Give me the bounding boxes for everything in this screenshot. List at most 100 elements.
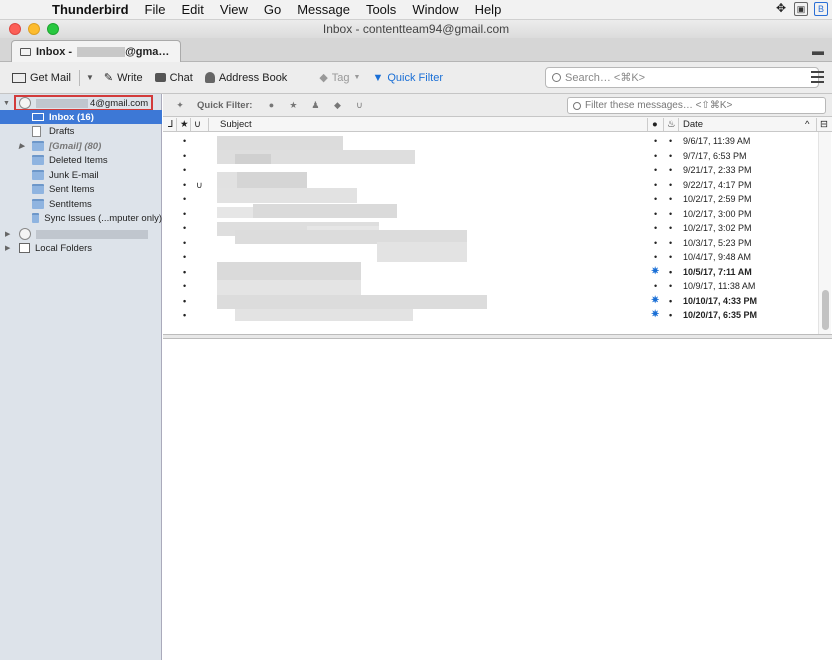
get-mail-button[interactable]: Get Mail: [6, 67, 77, 89]
address-book-button[interactable]: Address Book: [199, 67, 293, 89]
thread-dot: •: [183, 310, 187, 320]
folder-sync-issues[interactable]: Sync Issues (...mputer only): [0, 211, 162, 225]
junk-status-dot[interactable]: •: [669, 151, 672, 161]
star-column-icon[interactable]: ★: [180, 119, 189, 130]
message-date: 10/20/17, 6:35 PM: [683, 310, 758, 320]
junk-status-dot[interactable]: •: [669, 310, 672, 320]
get-mail-dropdown-icon[interactable]: ▼: [82, 73, 98, 82]
message-date: 10/5/17, 7:11 AM: [683, 266, 752, 277]
junk-status-dot[interactable]: •: [669, 223, 672, 233]
scrollbar-thumb[interactable]: [822, 290, 829, 330]
folder-deleted-items[interactable]: Deleted Items: [0, 153, 162, 167]
collapsed-twisty-icon[interactable]: ▶: [5, 244, 13, 252]
read-status-dot[interactable]: •: [654, 180, 657, 190]
second-account-row[interactable]: ▶: [0, 227, 162, 241]
message-date: 10/2/17, 3:02 PM: [683, 223, 752, 233]
tag-filter-icon[interactable]: ◆: [332, 100, 342, 110]
read-status-dot[interactable]: •: [654, 209, 657, 219]
quick-filter-button[interactable]: ▼ Quick Filter: [366, 67, 449, 89]
read-status-dot[interactable]: •: [654, 252, 657, 262]
app-menu-icon[interactable]: [811, 71, 824, 86]
folder-sent-items[interactable]: Sent Items: [0, 182, 162, 196]
filter-placeholder: Filter these messages… <⇧⌘K>: [585, 100, 733, 111]
expanded-twisty-icon[interactable]: ▼: [3, 100, 11, 107]
subject-column-header[interactable]: Subject: [220, 119, 252, 130]
write-label: Write: [117, 71, 143, 84]
status-icon[interactable]: ▣: [794, 2, 808, 16]
search-placeholder: Search… <⌘K>: [565, 72, 646, 84]
folder-inbox[interactable]: Inbox (16): [0, 110, 162, 124]
junk-status-dot[interactable]: •: [669, 252, 672, 262]
junk-status-dot[interactable]: •: [669, 165, 672, 175]
junk-status-dot[interactable]: •: [669, 209, 672, 219]
date-column-header[interactable]: Date: [683, 119, 703, 130]
person-icon: [204, 72, 215, 83]
attachment-column-icon[interactable]: ∪: [194, 119, 201, 130]
chat-button[interactable]: Chat: [149, 67, 199, 89]
menu-help[interactable]: Help: [467, 2, 510, 17]
junk-status-dot[interactable]: •: [669, 194, 672, 204]
junk-status-dot[interactable]: •: [669, 281, 672, 291]
menu-window[interactable]: Window: [404, 2, 466, 17]
tag-button[interactable]: ◆ Tag ▼: [313, 67, 366, 89]
read-status-dot[interactable]: •: [654, 151, 657, 161]
tag-label: Tag: [331, 71, 350, 84]
message-list-scrollbar[interactable]: [818, 132, 831, 334]
menu-app[interactable]: Thunderbird: [44, 2, 137, 17]
starred-filter-icon[interactable]: ★: [288, 100, 298, 110]
read-column-icon[interactable]: ●: [652, 119, 658, 130]
folder-gmail[interactable]: ▶ [Gmail] (80): [0, 139, 162, 153]
contact-filter-icon[interactable]: ♟: [310, 100, 320, 110]
junk-status-dot[interactable]: •: [669, 180, 672, 190]
thread-dot: •: [183, 194, 187, 204]
get-mail-label: Get Mail: [30, 71, 71, 84]
address-book-label[interactable]: Address Book: [219, 72, 287, 84]
junk-status-dot[interactable]: •: [669, 238, 672, 248]
attachment-filter-icon[interactable]: ∪: [354, 100, 364, 110]
read-status-dot[interactable]: •: [654, 238, 657, 248]
local-folders-row[interactable]: ▶ Local Folders: [0, 241, 162, 255]
folder-pane: ▼ 4@gmail.com Inbox (16) Drafts ▶ [Gmail…: [0, 94, 162, 660]
junk-status-dot[interactable]: •: [669, 267, 672, 277]
global-search-input[interactable]: Search… <⌘K>: [545, 67, 819, 88]
app-status-icon[interactable]: B: [814, 2, 828, 16]
menu-message[interactable]: Message: [289, 2, 358, 17]
menu-tools[interactable]: Tools: [358, 2, 404, 17]
unread-filter-icon[interactable]: ●: [266, 100, 276, 110]
collapsed-twisty-icon[interactable]: ▶: [19, 142, 27, 150]
message-date: 10/4/17, 9:48 AM: [683, 252, 752, 262]
folder-label: Junk E-mail: [49, 169, 99, 181]
junk-status-dot[interactable]: •: [669, 296, 672, 306]
folder-icon: [32, 141, 44, 151]
tab-inbox[interactable]: Inbox - @gma…: [11, 40, 181, 62]
tab-strip: Inbox - @gma… ▬: [0, 38, 832, 62]
junk-column-icon[interactable]: ♨: [667, 119, 676, 130]
folder-drafts[interactable]: Drafts: [0, 124, 162, 138]
junk-status-dot[interactable]: •: [669, 136, 672, 146]
menu-view[interactable]: View: [212, 2, 256, 17]
main-toolbar: Get Mail ▼ ✎ Write Chat Address Book ◆ T…: [0, 62, 832, 94]
filter-messages-input[interactable]: Filter these messages… <⇧⌘K>: [567, 97, 826, 114]
message-date: 9/21/17, 2:33 PM: [683, 165, 752, 175]
dropbox-icon[interactable]: ✥: [774, 2, 788, 16]
read-status-dot[interactable]: •: [654, 136, 657, 146]
search-icon: [573, 101, 581, 110]
divider: [647, 118, 648, 131]
menu-file[interactable]: File: [137, 2, 174, 17]
write-button[interactable]: ✎ Write: [98, 67, 149, 89]
folder-junk-email[interactable]: Junk E-mail: [0, 168, 162, 182]
read-status-dot[interactable]: •: [654, 281, 657, 291]
thread-dot: •: [183, 208, 187, 219]
message-date: 9/6/17, 11:39 AM: [683, 136, 751, 146]
pin-icon[interactable]: ✦: [175, 100, 185, 110]
column-picker-icon[interactable]: ⊟: [820, 119, 828, 130]
menu-edit[interactable]: Edit: [174, 2, 212, 17]
thread-column-icon[interactable]: ⅃: [168, 119, 173, 130]
menu-go[interactable]: Go: [256, 2, 289, 17]
read-status-dot[interactable]: •: [654, 194, 657, 204]
tab-list-icon[interactable]: ▬: [812, 44, 824, 58]
read-status-dot[interactable]: •: [654, 165, 657, 175]
folder-sentitems[interactable]: SentItems: [0, 197, 162, 211]
collapsed-twisty-icon[interactable]: ▶: [5, 230, 13, 238]
read-status-dot[interactable]: •: [654, 223, 657, 233]
